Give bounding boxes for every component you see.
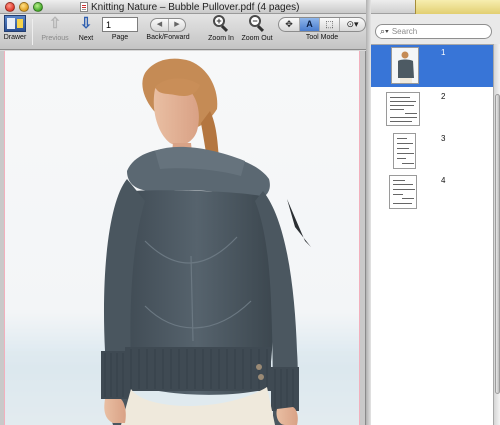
zoom-in-button[interactable]: + Zoom In (206, 15, 236, 42)
annotate-tool-icon: ⊙▾ (346, 19, 359, 29)
move-tool-button[interactable]: ✥ (279, 18, 299, 31)
drawer-label: Drawer (3, 34, 27, 41)
drawer-button[interactable]: Drawer (2, 15, 28, 41)
thumbnail-number-1: 1 (441, 48, 446, 57)
page-label: Page (111, 34, 129, 41)
drawer-scrollbar-thumb[interactable] (495, 94, 500, 394)
text-tool-icon: A (306, 19, 313, 29)
forward-button[interactable]: ▶ (168, 19, 185, 31)
thumbnail-drawer: ⌕▾ Search 1 2 3 4 (371, 14, 500, 425)
select-tool-icon: ⬚ (325, 19, 334, 29)
search-placeholder: Search (391, 27, 418, 36)
zoom-out-icon: − (249, 15, 265, 33)
background-window-strip (415, 0, 500, 14)
thumbnail-item-4[interactable]: 4 (371, 173, 493, 213)
thumbnail-image-4 (389, 175, 417, 209)
back-button[interactable]: ◀ (151, 19, 168, 31)
back-forward-control: ◀ ▶ Back/Forward (144, 15, 192, 41)
thumbnail-number-2: 2 (441, 92, 446, 101)
window-title-text: Knitting Nature – Bubble Pullover.pdf (4… (91, 1, 300, 13)
annotate-tool-button[interactable]: ⊙▾ (339, 18, 365, 31)
title-bar: Knitting Nature – Bubble Pullover.pdf (4… (0, 0, 366, 14)
tool-mode-control: ✥ A ⬚ ⊙▾ Tool Mode (278, 15, 366, 41)
text-tool-button[interactable]: A (299, 18, 319, 31)
back-forward-label: Back/Forward (146, 34, 190, 41)
arrow-up-icon: ⇧ (48, 15, 62, 32)
window-title: Knitting Nature – Bubble Pullover.pdf (4… (80, 1, 299, 13)
previous-page-button[interactable]: ⇧ Previous (39, 15, 71, 42)
zoom-out-label: Zoom Out (241, 35, 273, 42)
arrow-left-icon: ◀ (156, 21, 163, 28)
thumbnail-image-1 (391, 47, 419, 84)
minimize-button[interactable] (19, 2, 29, 12)
zoom-out-button[interactable]: − Zoom Out (240, 15, 274, 42)
previous-label: Previous (41, 35, 69, 42)
cover-photo (5, 51, 359, 425)
page-number-field[interactable] (102, 17, 138, 32)
thumbnail-list: 1 2 3 4 (371, 44, 493, 425)
arrow-right-icon: ▶ (174, 21, 180, 28)
tool-mode-label: Tool Mode (305, 34, 339, 41)
page-control: Page (101, 15, 139, 41)
next-label: Next (78, 35, 94, 42)
zoom-in-label: Zoom In (208, 35, 234, 42)
arrow-down-icon: ⇩ (79, 15, 93, 32)
drawer-icon (4, 15, 26, 32)
thumbnail-item-3[interactable]: 3 (371, 131, 493, 173)
thumbnail-item-2[interactable]: 2 (371, 89, 493, 129)
zoom-in-icon: + (213, 15, 229, 33)
close-button[interactable] (5, 2, 15, 12)
thumbnail-image-3 (393, 133, 416, 169)
thumbnail-number-4: 4 (441, 176, 446, 185)
thumbnail-item-1[interactable]: 1 (371, 45, 493, 87)
move-tool-icon: ✥ (285, 19, 293, 29)
document-view[interactable] (0, 51, 366, 425)
thumbnail-image-2 (386, 92, 420, 126)
search-field[interactable]: ⌕▾ Search (375, 24, 492, 39)
thumbnail-number-3: 3 (441, 134, 446, 143)
drawer-top-bar (371, 0, 500, 14)
toolbar: Drawer ⇧ Previous ⇩ Next Page ◀ ▶ Back/F… (0, 14, 366, 50)
select-tool-button[interactable]: ⬚ (319, 18, 339, 31)
pdf-document-icon (80, 2, 88, 12)
zoom-window-button[interactable] (33, 2, 43, 12)
tool-mode-segmented: ✥ A ⬚ ⊙▾ (278, 17, 366, 32)
next-page-button[interactable]: ⇩ Next (75, 15, 97, 42)
back-forward-segmented: ◀ ▶ (150, 18, 186, 32)
toolbar-separator (32, 19, 33, 45)
drawer-scrollbar[interactable] (493, 44, 500, 425)
pdf-page-1[interactable] (4, 51, 360, 425)
search-icon: ⌕▾ (380, 26, 389, 36)
